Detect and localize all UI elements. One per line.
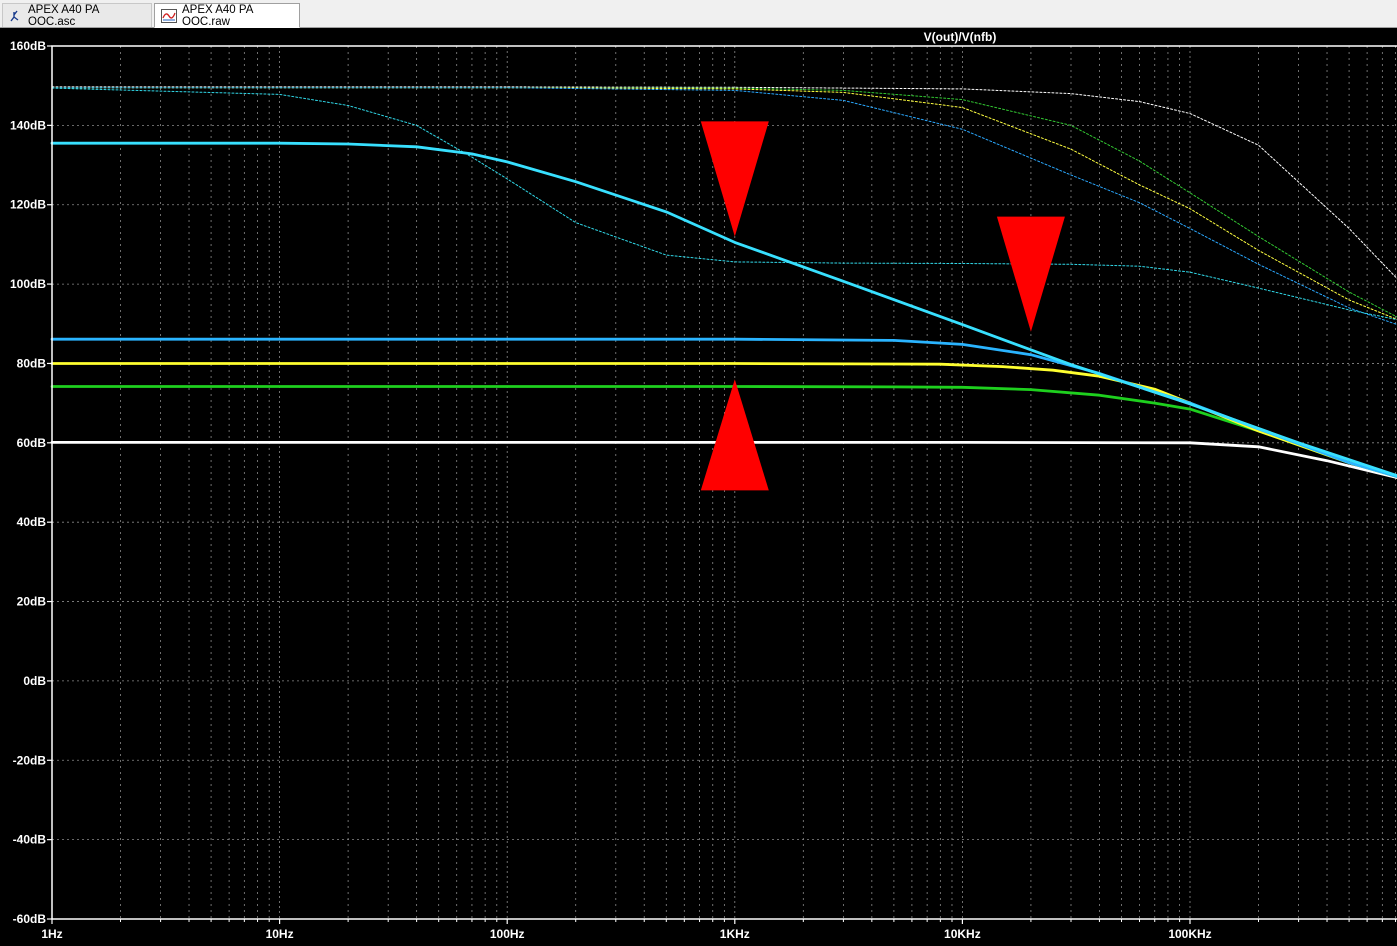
x-tick-label: 1Hz (41, 927, 62, 941)
x-tick-label: 10Hz (266, 927, 294, 941)
y-tick-label: 120dB (10, 198, 46, 212)
tab-waveform-label: APEX A40 PA OOC.raw (182, 3, 253, 28)
y-tick-label: 20dB (17, 595, 47, 609)
y-tick-label: 60dB (17, 436, 47, 450)
tab-bar: APEX A40 PA OOC.asc APEX A40 PA OOC.raw (0, 0, 1397, 28)
x-tick-label: 100Hz (490, 927, 525, 941)
bode-plot[interactable]: V(out)/V(nfb) 160dB 140dB 120dB 100dB 80dB 60… (0, 28, 1397, 946)
y-tick-label: 100dB (10, 277, 46, 291)
waveform-icon (161, 8, 177, 23)
tab-waveform[interactable]: APEX A40 PA OOC.raw (154, 3, 300, 28)
tab-schematic-label: APEX A40 PA OOC.asc (28, 3, 99, 28)
x-tick-label: 10KHz (944, 927, 981, 941)
tab-schematic[interactable]: APEX A40 PA OOC.asc (2, 3, 152, 28)
y-tick-label: 160dB (10, 39, 46, 53)
y-tick-label: 140dB (10, 118, 46, 132)
y-tick-label: 80dB (17, 356, 47, 370)
y-tick-label: -20dB (13, 753, 47, 767)
y-tick-label: -40dB (13, 833, 47, 847)
y-tick-label: -60dB (13, 912, 47, 926)
x-tick-label: 1KHz (720, 927, 750, 941)
y-tick-label: 0dB (23, 674, 46, 688)
chart-title: V(out)/V(nfb) (924, 30, 997, 44)
schematic-icon (10, 10, 19, 21)
x-tick-label: 100KHz (1168, 927, 1211, 941)
y-tick-label: 40dB (17, 515, 47, 529)
